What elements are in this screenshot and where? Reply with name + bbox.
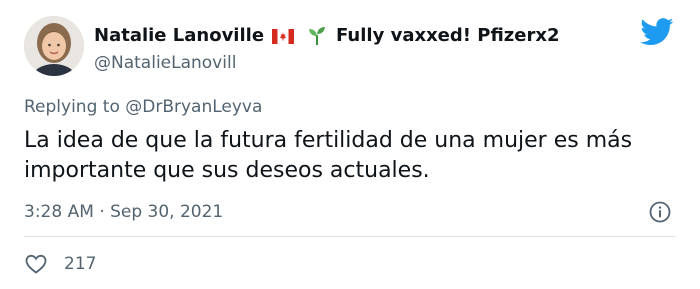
like-action[interactable]: 217 — [24, 252, 96, 276]
seedling-icon — [309, 27, 326, 45]
tweet-timestamp[interactable]: 3:28 AM · Sep 30, 2021 — [24, 201, 223, 223]
avatar[interactable] — [24, 16, 84, 76]
twitter-bird-icon[interactable] — [640, 18, 674, 46]
replying-to-mention[interactable]: @DrBryanLeyva — [125, 97, 262, 117]
avatar-image — [24, 16, 84, 76]
tweet-card: Natalie Lanoville Fully vaxxed! Pfizerx2… — [0, 0, 700, 289]
author-name-suffix: Fully vaxxed! Pfizerx2 — [336, 25, 560, 46]
author-name-row[interactable]: Natalie Lanoville Fully vaxxed! Pfizerx2 — [94, 24, 559, 48]
like-count: 217 — [64, 254, 97, 274]
info-icon[interactable] — [648, 200, 672, 224]
author-handle[interactable]: @NatalieLanovill — [94, 52, 236, 74]
canada-flag-icon — [272, 28, 295, 44]
heart-icon[interactable] — [24, 252, 48, 276]
divider — [24, 236, 676, 237]
author-name[interactable]: Natalie Lanoville — [94, 24, 264, 48]
replying-to: Replying to @DrBryanLeyva — [24, 96, 262, 118]
replying-to-label: Replying to — [24, 97, 120, 117]
tweet-text: La idea de que la futura fertilidad de u… — [24, 128, 633, 183]
